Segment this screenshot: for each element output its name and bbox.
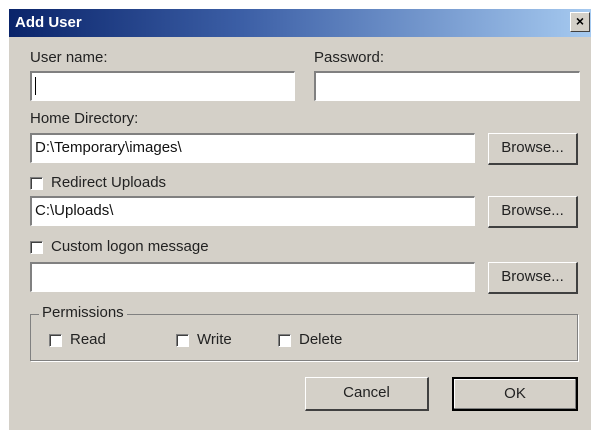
permission-delete-checkbox[interactable] xyxy=(278,334,291,347)
username-label: User name: xyxy=(30,49,108,66)
custom-logon-label[interactable]: Custom logon message xyxy=(51,238,209,255)
permissions-legend: Permissions xyxy=(39,304,127,321)
permission-write-label[interactable]: Write xyxy=(197,331,232,348)
title-bar[interactable]: Add User × xyxy=(9,9,591,37)
add-user-dialog: Add User × User name: Password: Home Dir… xyxy=(8,8,591,430)
ok-button[interactable]: OK xyxy=(452,377,578,411)
cancel-button[interactable]: Cancel xyxy=(305,377,429,411)
permission-read-checkbox[interactable] xyxy=(49,334,62,347)
redirect-uploads-value: C:\Uploads\ xyxy=(35,202,114,219)
redirect-uploads-browse-button[interactable]: Browse... xyxy=(488,196,578,228)
home-directory-browse-button[interactable]: Browse... xyxy=(488,133,578,165)
permissions-group: Permissions Read Write Delete xyxy=(30,304,578,361)
permission-read-label[interactable]: Read xyxy=(70,331,106,348)
redirect-uploads-checkbox[interactable] xyxy=(30,177,43,190)
redirect-uploads-input[interactable]: C:\Uploads\ xyxy=(30,196,475,226)
home-directory-label: Home Directory: xyxy=(30,110,139,127)
home-directory-input[interactable]: D:\Temporary\images\ xyxy=(30,133,475,163)
custom-logon-input[interactable] xyxy=(30,262,475,292)
dialog-title: Add User xyxy=(15,14,82,31)
redirect-uploads-label[interactable]: Redirect Uploads xyxy=(51,174,166,191)
custom-logon-checkbox[interactable] xyxy=(30,241,43,254)
password-label: Password: xyxy=(314,49,385,66)
close-icon: × xyxy=(575,13,585,29)
password-input[interactable] xyxy=(314,71,580,101)
permission-delete-label[interactable]: Delete xyxy=(299,331,342,348)
close-button[interactable]: × xyxy=(570,12,590,32)
text-caret xyxy=(35,77,36,95)
permission-write-checkbox[interactable] xyxy=(176,334,189,347)
username-input[interactable] xyxy=(30,71,295,101)
home-directory-value: D:\Temporary\images\ xyxy=(35,139,182,156)
custom-logon-browse-button[interactable]: Browse... xyxy=(488,262,578,294)
